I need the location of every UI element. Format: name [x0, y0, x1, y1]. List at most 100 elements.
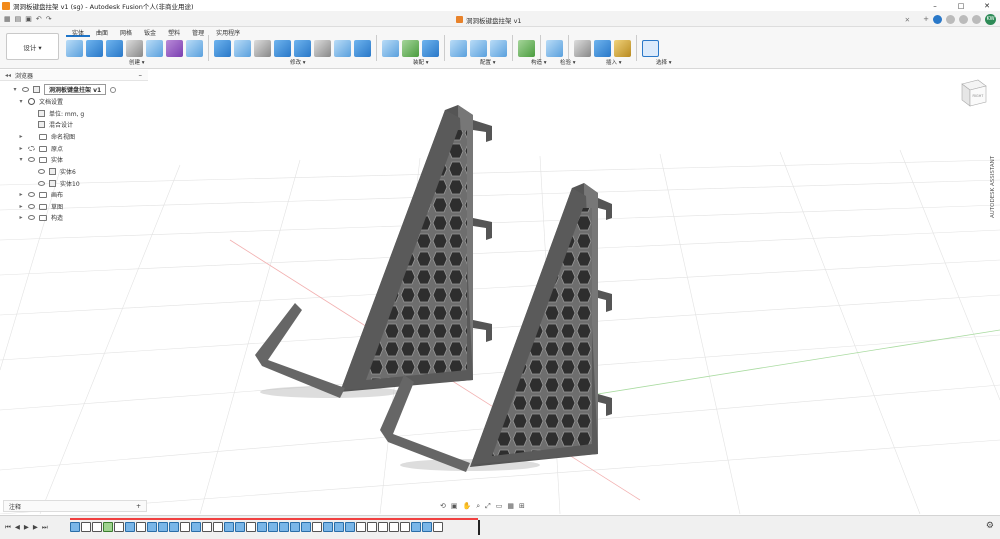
- viewports-icon[interactable]: ⊞: [519, 502, 525, 510]
- notifications-icon[interactable]: [959, 14, 968, 24]
- press-pull-icon[interactable]: [214, 39, 231, 57]
- 3d-viewport[interactable]: [0, 70, 1000, 515]
- timeline-feature[interactable]: [70, 522, 80, 532]
- timeline-feature[interactable]: [279, 522, 289, 532]
- group-construct-label[interactable]: 构造 ▾: [531, 58, 547, 66]
- eye-icon[interactable]: [38, 181, 45, 186]
- minimize-button[interactable]: –: [922, 0, 948, 11]
- go-to-end-icon[interactable]: ⏭: [42, 523, 48, 532]
- keyboard-stand-body-2[interactable]: [380, 183, 612, 472]
- timeline-feature[interactable]: [301, 522, 311, 532]
- tab-mesh[interactable]: 网格: [114, 28, 138, 37]
- insert-canvas-icon[interactable]: [594, 39, 611, 57]
- chevron-down-icon[interactable]: ▾: [18, 98, 24, 105]
- keyboard-stand-body-1[interactable]: [255, 105, 492, 398]
- look-at-icon[interactable]: ▣: [451, 502, 458, 510]
- insert-derive-icon[interactable]: [574, 39, 591, 57]
- group-modify-label[interactable]: 修改 ▾: [290, 58, 306, 66]
- timeline-feature[interactable]: [246, 522, 256, 532]
- timeline-feature[interactable]: [92, 522, 102, 532]
- configure-icon[interactable]: [450, 39, 467, 57]
- document-tab[interactable]: 洞洞板键盘拄架 v1 ✕: [456, 13, 910, 26]
- timeline-feature[interactable]: [136, 522, 146, 532]
- chevron-right-icon[interactable]: ▸: [18, 145, 24, 152]
- create-form-icon[interactable]: [166, 39, 183, 57]
- step-back-icon[interactable]: ◀: [15, 523, 20, 532]
- chevron-down-icon[interactable]: ▾: [12, 86, 18, 93]
- tree-item-body-6[interactable]: 实体6: [38, 166, 76, 177]
- step-forward-icon[interactable]: ▶: [33, 523, 38, 532]
- measure-icon[interactable]: [546, 39, 563, 57]
- timeline-settings-icon[interactable]: ⚙: [986, 521, 994, 531]
- timeline-feature[interactable]: [356, 522, 366, 532]
- shell-icon[interactable]: [254, 39, 271, 57]
- tree-item-body-10[interactable]: 实体10: [38, 178, 80, 189]
- chevron-down-icon[interactable]: ▾: [18, 156, 24, 163]
- select-icon[interactable]: [642, 39, 659, 57]
- eye-icon[interactable]: [28, 146, 35, 151]
- grid-settings-icon[interactable]: ▦: [507, 502, 514, 510]
- timeline-feature[interactable]: [433, 522, 443, 532]
- timeline-feature[interactable]: [345, 522, 355, 532]
- fillet-icon[interactable]: [234, 39, 251, 57]
- timeline-feature[interactable]: [213, 522, 223, 532]
- create-sketch-icon[interactable]: [66, 39, 83, 57]
- timeline-feature[interactable]: [81, 522, 91, 532]
- chevron-right-icon[interactable]: ▸: [18, 191, 24, 198]
- tree-item-origin[interactable]: ▸ 原点: [18, 143, 63, 154]
- redo-icon[interactable]: ↷: [46, 15, 52, 23]
- eye-icon[interactable]: [28, 204, 35, 209]
- tree-item-construction[interactable]: ▸ 构造: [18, 212, 63, 223]
- tab-manage[interactable]: 管理: [186, 28, 210, 37]
- timeline-feature[interactable]: [334, 522, 344, 532]
- pattern-icon[interactable]: [146, 39, 163, 57]
- eye-icon[interactable]: [38, 169, 45, 174]
- split-icon[interactable]: [294, 39, 311, 57]
- move-copy-icon[interactable]: [314, 39, 331, 57]
- parameters-icon[interactable]: [334, 39, 351, 57]
- fit-icon[interactable]: ⤢: [485, 502, 491, 511]
- workspace-switcher-button[interactable]: 设计 ▾: [6, 33, 59, 60]
- go-to-start-icon[interactable]: ⏮: [5, 523, 11, 532]
- comments-panel[interactable]: 注释 +: [3, 500, 147, 512]
- add-tab-icon[interactable]: +: [923, 15, 929, 23]
- eye-icon[interactable]: [28, 192, 35, 197]
- tree-item-canvases[interactable]: ▸ 画布: [18, 189, 63, 200]
- viewport-canvas[interactable]: [0, 70, 1000, 515]
- maximize-button[interactable]: □: [948, 0, 974, 11]
- hole-icon[interactable]: [126, 39, 143, 57]
- timeline-feature[interactable]: [378, 522, 388, 532]
- timeline-feature[interactable]: [224, 522, 234, 532]
- new-component-icon[interactable]: [382, 39, 399, 57]
- group-inspect-label[interactable]: 检验 ▾: [560, 58, 576, 66]
- combine-icon[interactable]: [274, 39, 291, 57]
- avatar[interactable]: KW: [985, 13, 996, 25]
- viewcube[interactable]: RIGHT: [956, 74, 990, 110]
- tab-sheet-metal[interactable]: 钣金: [138, 28, 162, 37]
- group-insert-label[interactable]: 插入 ▾: [606, 58, 622, 66]
- tree-item-units[interactable]: 单位: mm, g: [38, 108, 84, 119]
- record-icon[interactable]: [110, 86, 117, 93]
- help-icon[interactable]: [972, 14, 981, 24]
- tree-item-named-views[interactable]: ▸ 命名视图: [18, 131, 75, 142]
- timeline-feature[interactable]: [147, 522, 157, 532]
- timeline-feature[interactable]: [169, 522, 179, 532]
- chevron-right-icon[interactable]: ▸: [18, 203, 24, 210]
- add-comment-icon[interactable]: +: [136, 503, 141, 510]
- document-tab-close-icon[interactable]: ✕: [905, 16, 910, 24]
- tree-item-hybrid-design[interactable]: 混合设计: [38, 119, 73, 130]
- tab-surface[interactable]: 曲面: [90, 28, 114, 37]
- timeline-feature[interactable]: [389, 522, 399, 532]
- derive-icon[interactable]: [186, 39, 203, 57]
- group-create-label[interactable]: 创建 ▾: [129, 58, 145, 66]
- group-select-label[interactable]: 选择 ▾: [656, 58, 672, 66]
- timeline-feature[interactable]: [312, 522, 322, 532]
- timeline-feature[interactable]: [180, 522, 190, 532]
- group-configure-label[interactable]: 配置 ▾: [480, 58, 496, 66]
- autodesk-assistant-tab[interactable]: AUTODESK ASSISTANT: [988, 152, 998, 222]
- timeline-marker[interactable]: [478, 520, 480, 535]
- timeline-feature[interactable]: [158, 522, 168, 532]
- extrude-icon[interactable]: [86, 39, 103, 57]
- timeline-feature[interactable]: [290, 522, 300, 532]
- revolve-icon[interactable]: [106, 39, 123, 57]
